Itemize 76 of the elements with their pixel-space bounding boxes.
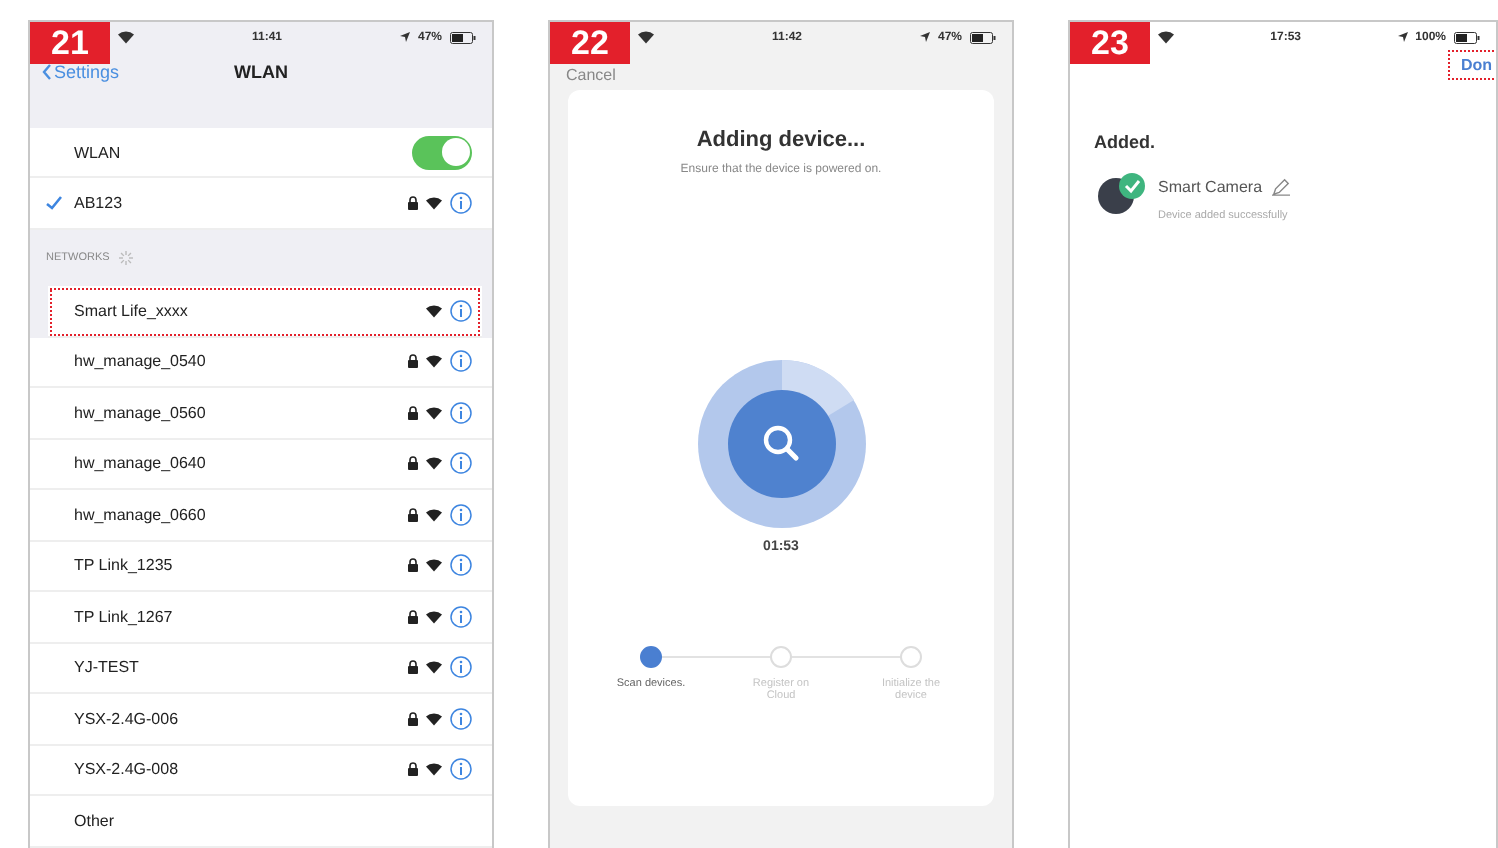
info-icon[interactable] <box>450 656 472 679</box>
spinner-icon <box>117 250 134 266</box>
done-link[interactable]: Don <box>1450 52 1496 78</box>
network-row[interactable]: hw_manage_0660 <box>30 490 492 541</box>
card-title: Adding device... <box>696 128 866 152</box>
network-row[interactable]: hw_manage_0560 <box>30 388 492 439</box>
wifi-icon <box>426 762 442 777</box>
network-row[interactable]: YSX-2.4G-008 <box>30 745 492 796</box>
wifi-icon <box>426 609 442 624</box>
lock-icon <box>408 507 418 522</box>
info-icon[interactable] <box>450 401 472 424</box>
section-heading: Added. <box>1094 132 1157 152</box>
network-name[interactable]: Smart Life_xxxx <box>74 301 426 320</box>
network-name[interactable]: hw_manage_0660 <box>74 505 408 524</box>
battery-icon <box>1454 31 1480 43</box>
network-row[interactable]: hw_manage_0640 <box>30 439 492 490</box>
highlighted-network-row[interactable]: Smart Life_xxxx <box>48 286 482 337</box>
wifi-icon <box>118 30 134 44</box>
network-name[interactable]: hw_manage_0560 <box>74 403 408 422</box>
network-name[interactable]: YSX-2.4G-008 <box>74 760 408 779</box>
wifi-icon <box>426 660 442 675</box>
info-icon[interactable] <box>450 452 472 475</box>
location-icon <box>399 32 410 42</box>
network-name: AB123 <box>74 194 125 212</box>
step-number-badge: 21 <box>30 22 110 64</box>
wifi-icon <box>426 456 442 471</box>
step-number-badge: 22 <box>550 22 630 64</box>
network-row[interactable]: hw_manage_0540 <box>30 337 492 388</box>
network-row[interactable]: TP Link_1235 <box>30 541 492 592</box>
info-icon[interactable] <box>450 707 472 730</box>
info-icon[interactable] <box>450 503 472 526</box>
info-icon[interactable] <box>450 554 472 577</box>
wifi-icon <box>426 711 442 726</box>
info-icon[interactable] <box>450 350 472 373</box>
lock-icon <box>408 762 418 777</box>
wifi-icon <box>1158 30 1174 44</box>
back-chevron-icon <box>42 64 52 80</box>
wifi-icon <box>426 507 442 522</box>
wifi-icon <box>426 405 442 420</box>
network-name[interactable]: hw_manage_0640 <box>74 454 408 473</box>
device-name: Smart Camera <box>1158 178 1263 196</box>
lock-icon <box>408 456 418 471</box>
network-name[interactable]: YJ-TEST <box>74 658 408 677</box>
lock-icon <box>408 405 418 420</box>
wifi-icon <box>638 30 654 44</box>
network-name[interactable]: YSX-2.4G-006 <box>74 709 408 728</box>
info-icon[interactable] <box>450 192 472 214</box>
wlan-toggle[interactable] <box>412 135 472 169</box>
location-icon <box>1397 32 1408 42</box>
lock-icon <box>408 558 418 573</box>
lock-icon <box>408 354 418 369</box>
lock-icon <box>408 660 418 675</box>
pencil-icon[interactable] <box>1272 178 1291 196</box>
info-icon[interactable] <box>450 299 472 322</box>
lock-icon <box>408 711 418 726</box>
network-row[interactable]: YJ-TEST <box>30 643 492 694</box>
wifi-icon <box>426 558 442 573</box>
camera-avatar-icon <box>1098 172 1146 216</box>
wlan-label: WLAN <box>74 143 123 161</box>
location-icon <box>919 32 930 42</box>
network-name[interactable]: TP Link_1235 <box>74 556 408 575</box>
wifi-icon <box>426 196 442 210</box>
network-name[interactable]: hw_manage_0540 <box>74 352 408 371</box>
info-icon[interactable] <box>450 605 472 628</box>
battery-icon <box>970 31 996 43</box>
battery-icon <box>450 31 476 43</box>
wifi-icon <box>426 303 442 318</box>
network-row[interactable]: YSX-2.4G-006 <box>30 694 492 745</box>
info-icon[interactable] <box>450 758 472 781</box>
network-name[interactable]: TP Link_1267 <box>74 607 408 626</box>
network-row[interactable]: TP Link_1267 <box>30 592 492 643</box>
wifi-icon <box>426 354 442 369</box>
nav-title: WLAN <box>234 62 288 82</box>
lock-icon <box>408 196 418 210</box>
step-number-badge: 23 <box>1070 22 1150 64</box>
lock-icon <box>408 609 418 624</box>
